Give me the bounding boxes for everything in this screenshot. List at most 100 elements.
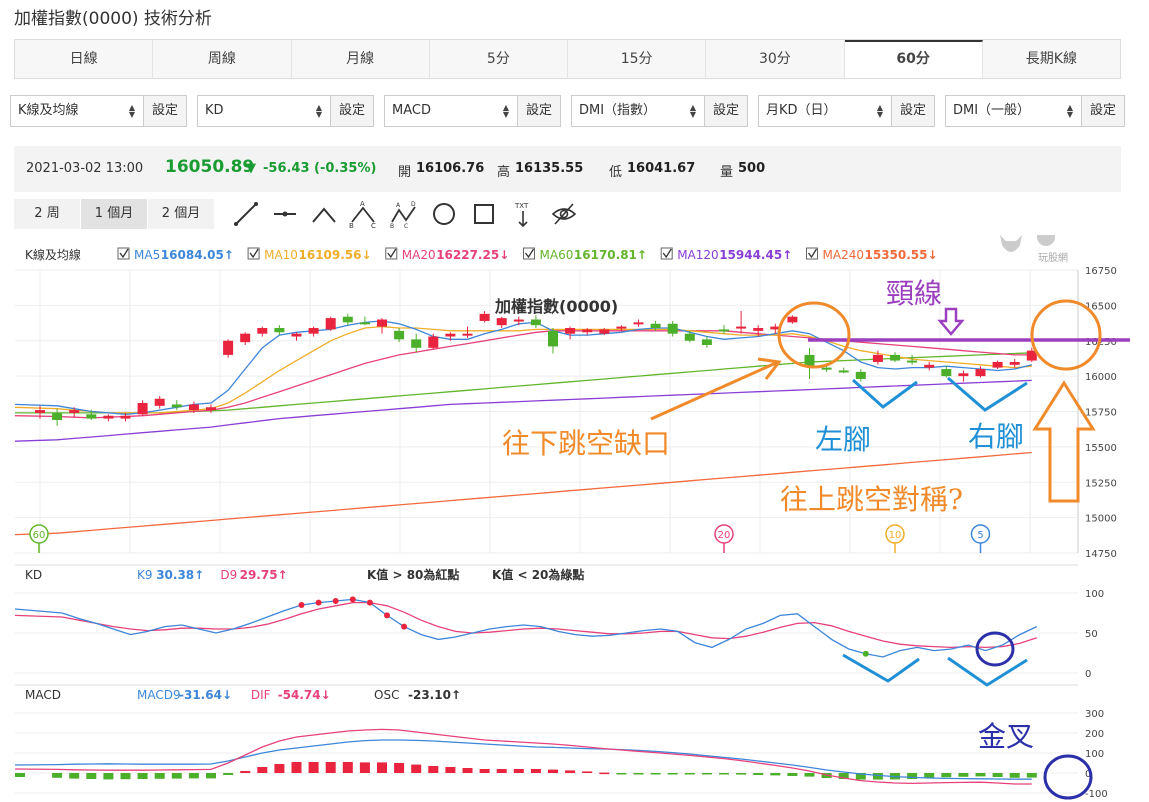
candle-body [342, 316, 353, 323]
panel-label: KD [25, 568, 42, 582]
candle-body [838, 370, 849, 373]
updown-arrow-icon: ▲ ▼ [502, 103, 509, 119]
osc-bar [86, 773, 97, 779]
indicator-6-settings-button[interactable]: 設定 [1081, 96, 1124, 126]
candle-body [377, 319, 387, 327]
legend-value: 16109.56↓ [299, 248, 372, 262]
legend-value: -23.10↑ [408, 688, 461, 702]
updown-arrow-icon: ▲ ▼ [128, 103, 135, 119]
hide-tool-icon[interactable] [550, 200, 578, 228]
candle-body [753, 328, 764, 331]
select-indicator-6: DMI（一般） ▲ ▼ 設定 [945, 95, 1125, 127]
candle-body [530, 319, 541, 326]
legend-name: MA120 [677, 248, 718, 262]
tab-15min[interactable]: 15分 [568, 40, 707, 78]
osc-bar [753, 773, 764, 775]
tab-long-term[interactable]: 長期K線 [983, 40, 1120, 78]
range-1-month-button[interactable]: 1 個月 [81, 199, 147, 229]
candle-body [992, 361, 1003, 368]
osc-bar [308, 762, 319, 773]
gap-up-label: 往上跳空對稱? [780, 483, 963, 516]
y-tick-label: 0 [1085, 669, 1091, 680]
osc-bar [411, 764, 422, 773]
legend-value: 16227.25↓ [436, 248, 509, 262]
horizontal-line-tool-icon[interactable] [271, 200, 299, 228]
angle-tool-icon[interactable] [310, 200, 338, 228]
indicator-4-dropdown[interactable]: DMI（指數） ▲ ▼ [572, 96, 704, 126]
osc-bar [69, 773, 80, 779]
osc-bar [530, 769, 541, 773]
candle-body [69, 410, 80, 413]
legend-name: MA20 [402, 248, 436, 262]
range-2-weeks-button[interactable]: 2 周 [14, 199, 80, 229]
tab-weekly[interactable]: 周線 [153, 40, 292, 78]
candle-body [240, 333, 251, 343]
quote-open: 16106.76 [416, 161, 485, 176]
abc-tool-icon[interactable]: A B C [349, 200, 377, 228]
chart-area[interactable]: 1675016500162501600015750155001525015000… [0, 235, 1149, 802]
tab-daily[interactable]: 日線 [15, 40, 154, 78]
left-shoulder-mark [851, 378, 918, 409]
indicator-5-dropdown[interactable]: 月KD（日） ▲ ▼ [759, 96, 891, 126]
osc-bar [462, 768, 473, 773]
osc-bar [719, 773, 729, 775]
tab-5min[interactable]: 5分 [430, 40, 568, 78]
indicator-2-settings-button[interactable]: 設定 [330, 96, 373, 126]
indicator-2-dropdown[interactable]: KD ▲ ▼ [198, 96, 330, 126]
left-shoulder-label: 左腳 [815, 423, 871, 456]
tab-60min[interactable]: 60分 [844, 40, 983, 78]
osc-bar [616, 773, 627, 775]
osc-bar [257, 767, 268, 773]
range-2-months-button[interactable]: 2 個月 [148, 199, 214, 229]
candle-body [479, 313, 490, 321]
y-tick-label: 16750 [1085, 266, 1117, 277]
candle-body [650, 323, 661, 329]
candle-body [633, 322, 644, 325]
candle-body [257, 328, 268, 334]
y-tick-label: 16000 [1085, 372, 1117, 383]
legend-value: 16170.81↑ [574, 248, 647, 262]
osc-bar [240, 771, 251, 773]
candle-body [359, 322, 370, 325]
candle-body [872, 354, 883, 362]
tab-30min[interactable]: 30分 [706, 40, 845, 78]
kd-overbought-dot [349, 596, 356, 603]
select-indicator-5: 月KD（日） ▲ ▼ 設定 [758, 95, 935, 127]
candle-body [411, 339, 422, 348]
indicator-4-settings-button[interactable]: 設定 [704, 96, 747, 126]
osc-bar [52, 773, 63, 778]
watermark-text: 玩股網 [1038, 251, 1068, 264]
abcd-tool-icon[interactable]: A B C D [390, 200, 418, 228]
main-indicator-settings-button[interactable]: 設定 [143, 96, 186, 126]
quote-high: 16135.55 [515, 161, 584, 176]
tab-monthly[interactable]: 月線 [292, 40, 430, 78]
text-tool-icon[interactable]: TXT [509, 200, 537, 228]
line-tool-icon[interactable] [232, 200, 260, 228]
gap-down-label: 往下跳空缺口 [502, 427, 670, 460]
candle-body [462, 333, 473, 336]
indicator-3-dropdown[interactable]: MACD ▲ ▼ [385, 96, 517, 126]
indicator-4-value: DMI（指數） [579, 103, 657, 118]
legend-value: 16084.05↑ [161, 248, 234, 262]
osc-bar [428, 766, 439, 773]
candle-body [804, 354, 815, 367]
period-tabs: 日線 周線 月線 5分 15分 30分 60分 長期K線 [14, 39, 1121, 79]
select-indicator-4: DMI（指數） ▲ ▼ 設定 [571, 95, 748, 127]
y-tick-label: -100 [1085, 789, 1108, 800]
abcd-tool-label-d: D [411, 201, 416, 208]
gap-up-circle [1030, 299, 1102, 371]
indicator-3-settings-button[interactable]: 設定 [517, 96, 560, 126]
legend-name: D9 [220, 568, 237, 582]
candle-body [428, 336, 439, 348]
osc-bar [667, 773, 678, 775]
circle-tool-icon[interactable] [430, 200, 458, 228]
main-indicator-dropdown[interactable]: K線及均線 ▲ ▼ [11, 96, 143, 126]
rectangle-tool-icon[interactable] [470, 200, 498, 228]
candle-body [394, 330, 405, 340]
indicator-5-settings-button[interactable]: 設定 [891, 96, 934, 126]
legend-name: OSC [374, 688, 399, 702]
indicator-6-dropdown[interactable]: DMI（一般） ▲ ▼ [946, 96, 1081, 126]
osc-bar [445, 767, 456, 773]
abcd-tool-label-c: C [404, 223, 408, 228]
osc-bar [206, 773, 216, 779]
